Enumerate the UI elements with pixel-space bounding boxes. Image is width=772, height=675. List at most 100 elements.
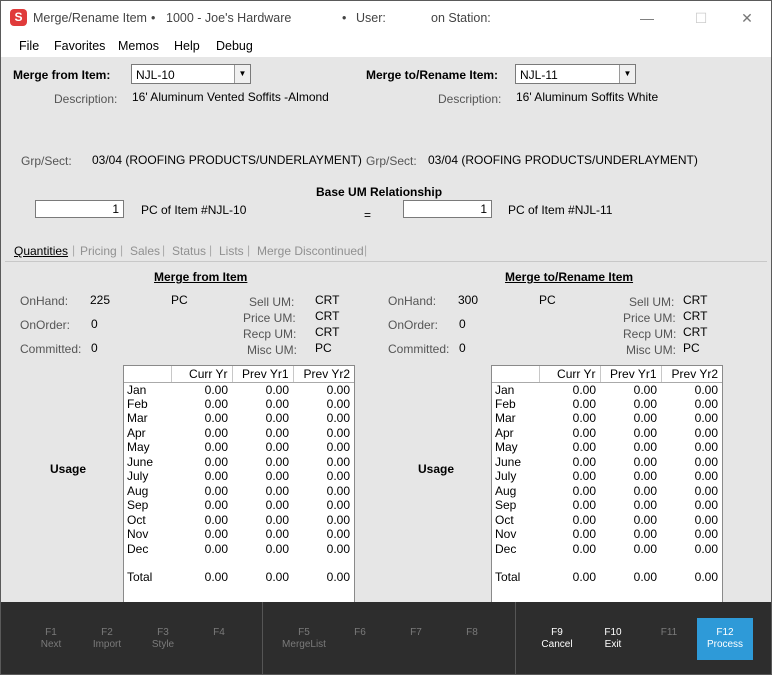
month-cell: Feb xyxy=(495,396,516,411)
function-key-f1[interactable]: F1 Next xyxy=(23,627,79,651)
function-key-f5[interactable]: F5 MergeList xyxy=(276,627,332,651)
function-key-code: F10 xyxy=(604,627,622,638)
table-row[interactable]: Oct 0.00 0.00 0.00 xyxy=(492,513,722,528)
function-key-f4[interactable]: F4 xyxy=(191,627,247,639)
from-onhand: 225 xyxy=(90,293,111,307)
merge-to-item-select[interactable]: NJL-11 ▼ xyxy=(515,64,636,84)
maximize-button[interactable]: ☐ xyxy=(686,8,716,28)
total-cell: 0.00 xyxy=(204,570,228,585)
table-row[interactable]: June 0.00 0.00 0.00 xyxy=(492,455,722,470)
usage-cell: 0.00 xyxy=(572,440,596,455)
table-row[interactable]: Oct 0.00 0.00 0.00 xyxy=(124,513,354,528)
menu-file[interactable]: File xyxy=(19,39,39,53)
table-row[interactable]: Mar 0.00 0.00 0.00 xyxy=(124,411,354,426)
usage-cell: 0.00 xyxy=(572,454,596,469)
table-row[interactable]: May 0.00 0.00 0.00 xyxy=(492,440,722,455)
from-sell-um: CRT xyxy=(315,293,340,307)
table-row[interactable]: Sep 0.00 0.00 0.00 xyxy=(492,498,722,513)
column-header: Prev Yr1 xyxy=(600,366,662,383)
menu-debug[interactable]: Debug xyxy=(216,39,253,53)
table-row[interactable]: Dec 0.00 0.00 0.00 xyxy=(124,542,354,557)
merge-rename-window: S Merge/Rename Item • 1000 - Joe's Hardw… xyxy=(0,0,772,675)
function-key-label: MergeList xyxy=(282,639,326,650)
table-row[interactable]: May 0.00 0.00 0.00 xyxy=(124,440,354,455)
usage-cell: 0.00 xyxy=(633,498,657,513)
total-label: Total xyxy=(495,570,521,585)
table-row[interactable]: Feb 0.00 0.00 0.00 xyxy=(124,397,354,412)
tab-separator: | xyxy=(364,243,368,257)
usage-cell: 0.00 xyxy=(204,469,228,484)
station-label: on Station: xyxy=(431,11,491,25)
close-button[interactable]: ✕ xyxy=(732,8,762,28)
table-row[interactable]: Mar 0.00 0.00 0.00 xyxy=(492,411,722,426)
usage-cell: 0.00 xyxy=(694,411,718,426)
table-row[interactable]: Apr 0.00 0.00 0.00 xyxy=(492,426,722,441)
from-recp-um-label: Recp UM: xyxy=(243,327,297,341)
total-cell: 0.00 xyxy=(694,570,718,585)
usage-cell: 0.00 xyxy=(633,382,657,397)
from-recp-um: CRT xyxy=(315,325,340,339)
column-header: Curr Yr xyxy=(539,366,601,383)
chevron-down-icon[interactable]: ▼ xyxy=(234,65,250,83)
table-row[interactable]: Dec 0.00 0.00 0.00 xyxy=(492,542,722,557)
usage-cell: 0.00 xyxy=(633,411,657,426)
table-row[interactable]: Jan 0.00 0.00 0.00 xyxy=(124,382,354,397)
merge-from-item-select[interactable]: NJL-10 ▼ xyxy=(131,64,251,84)
function-key-code: F11 xyxy=(660,627,678,638)
merge-to-item-value: NJL-11 xyxy=(520,68,558,82)
menu-help[interactable]: Help xyxy=(174,39,200,53)
month-cell: Jan xyxy=(127,382,147,397)
tab-quantities[interactable]: Quantities xyxy=(14,244,68,258)
table-header: Curr Yr Prev Yr1 Prev Yr2 xyxy=(124,366,354,383)
usage-cell: 0.00 xyxy=(633,396,657,411)
tab-sales[interactable]: Sales xyxy=(130,244,160,258)
tab-pricing[interactable]: Pricing xyxy=(80,244,117,258)
table-row[interactable]: July 0.00 0.00 0.00 xyxy=(124,469,354,484)
function-key-f2[interactable]: F2 Import xyxy=(79,627,135,651)
table-row[interactable]: Aug 0.00 0.00 0.00 xyxy=(124,484,354,499)
to-qty-input[interactable]: 1 xyxy=(403,200,492,218)
tab-lists[interactable]: Lists xyxy=(219,244,244,258)
total-label: Total xyxy=(127,570,153,585)
minimize-button[interactable]: — xyxy=(632,8,662,28)
function-key-f11[interactable]: F11 xyxy=(641,627,697,639)
table-row[interactable]: Nov 0.00 0.00 0.00 xyxy=(492,527,722,542)
usage-cell: 0.00 xyxy=(265,411,289,426)
table-row[interactable]: Nov 0.00 0.00 0.00 xyxy=(124,527,354,542)
from-usage-table[interactable]: Curr Yr Prev Yr1 Prev Yr2 Jan 0.00 0.00 0.0… xyxy=(123,365,355,603)
function-key-f9[interactable]: F9 Cancel xyxy=(529,627,585,651)
to-description: 16' Aluminum Soffits White xyxy=(516,90,659,104)
table-row[interactable]: Feb 0.00 0.00 0.00 xyxy=(492,397,722,412)
usage-cell: 0.00 xyxy=(326,382,350,397)
tab-status[interactable]: Status xyxy=(172,244,206,258)
table-row[interactable]: Apr 0.00 0.00 0.00 xyxy=(124,426,354,441)
function-key-f6[interactable]: F6 xyxy=(332,627,388,639)
table-row[interactable]: Jan 0.00 0.00 0.00 xyxy=(492,382,722,397)
function-key-f12[interactable]: F12 Process xyxy=(697,618,753,660)
tab-separator: | xyxy=(162,243,166,257)
month-cell: Sep xyxy=(495,498,517,513)
usage-cell: 0.00 xyxy=(694,498,718,513)
to-onorder-label: OnOrder: xyxy=(388,318,439,332)
total-cell: 0.00 xyxy=(326,570,350,585)
from-qty-input[interactable]: 1 xyxy=(35,200,124,218)
chevron-down-icon[interactable]: ▼ xyxy=(619,65,635,83)
from-onorder-label: OnOrder: xyxy=(20,318,71,332)
function-key-label: Style xyxy=(151,639,175,650)
table-row[interactable]: July 0.00 0.00 0.00 xyxy=(492,469,722,484)
function-key-f7[interactable]: F7 xyxy=(388,627,444,639)
table-row[interactable]: June 0.00 0.00 0.00 xyxy=(124,455,354,470)
usage-cell: 0.00 xyxy=(265,396,289,411)
function-key-f10[interactable]: F10 Exit xyxy=(585,627,641,651)
function-key-f8[interactable]: F8 xyxy=(444,627,500,639)
to-usage-table[interactable]: Curr Yr Prev Yr1 Prev Yr2 Jan 0.00 0.00 0.0… xyxy=(491,365,723,603)
month-cell: July xyxy=(127,469,149,484)
usage-cell: 0.00 xyxy=(326,512,350,527)
tab-merge-discontinued[interactable]: Merge Discontinued xyxy=(257,244,364,258)
title-bullet: • xyxy=(342,11,347,25)
table-row[interactable]: Sep 0.00 0.00 0.00 xyxy=(124,498,354,513)
menu-favorites[interactable]: Favorites xyxy=(54,39,105,53)
function-key-f3[interactable]: F3 Style xyxy=(135,627,191,651)
menu-memos[interactable]: Memos xyxy=(118,39,159,53)
table-row[interactable]: Aug 0.00 0.00 0.00 xyxy=(492,484,722,499)
